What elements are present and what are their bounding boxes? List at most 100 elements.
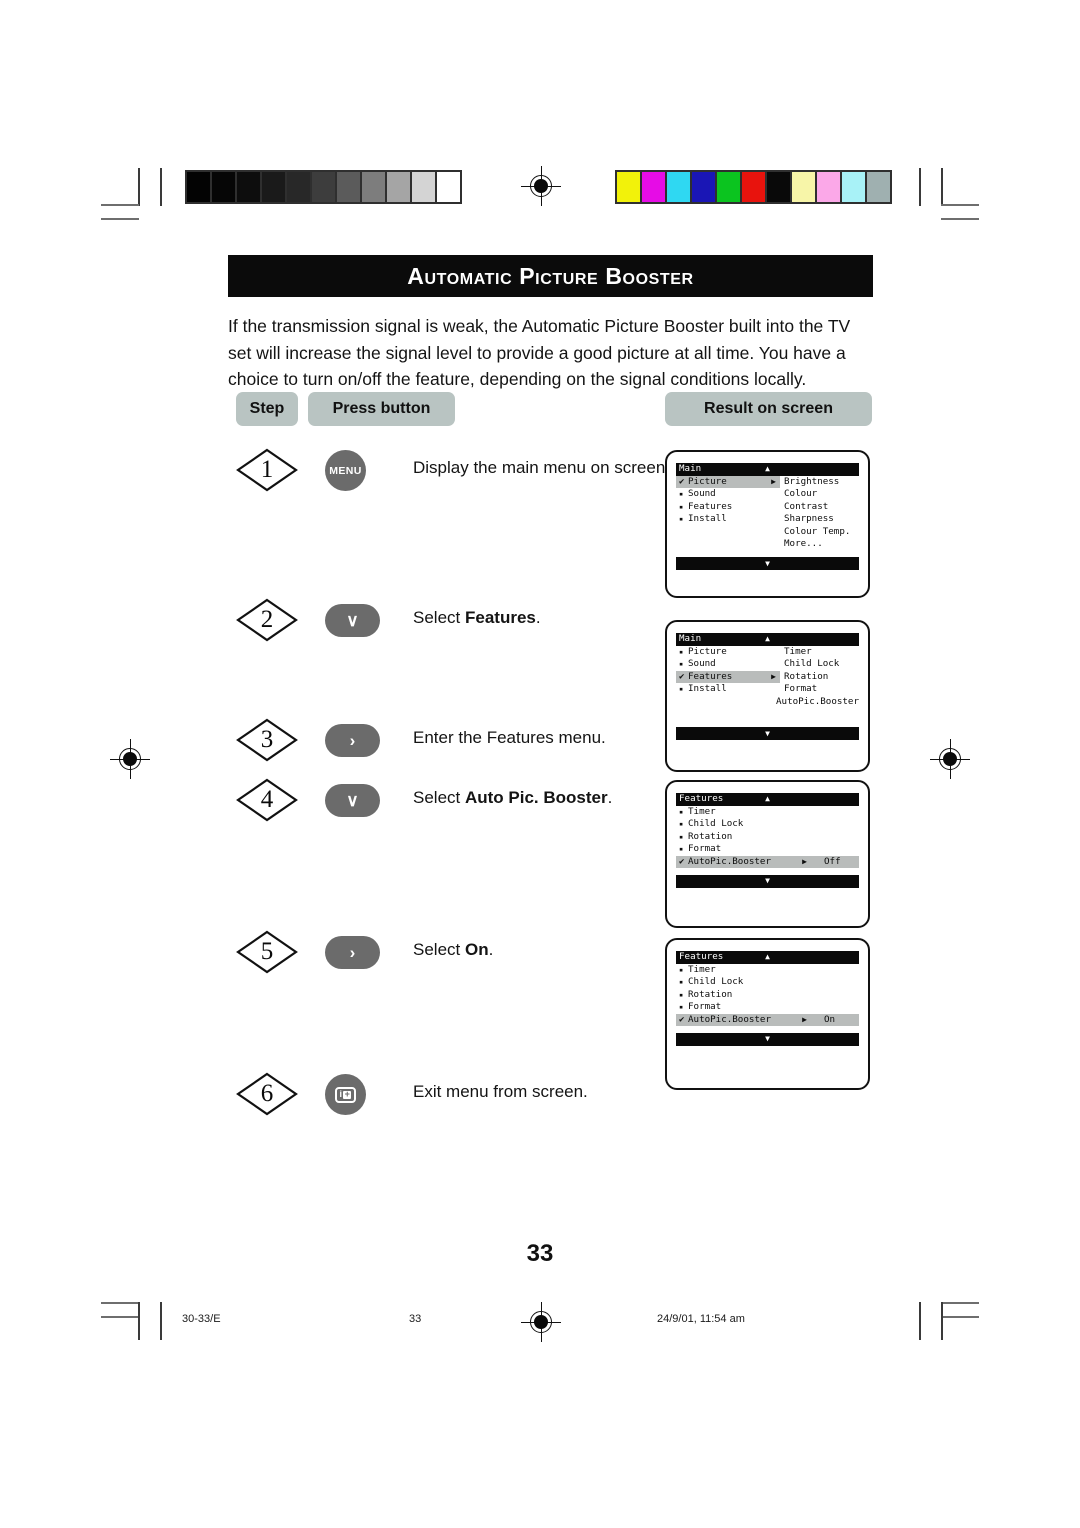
step-description: Select On. [413, 940, 493, 960]
submenu-arrow-icon: ▶ [802, 856, 807, 866]
osd-row[interactable]: ✔ AutoPic.Booster ▶ On [676, 1014, 859, 1026]
tv-osd-screen: Main ▲ ✔ Picture ▶ Brightness ▪ Sound Colour ▪ Fea… [665, 450, 870, 598]
osd-left-item[interactable]: ✔ AutoPic.Booster ▶ [676, 855, 811, 868]
osd-left-item[interactable]: ▪ Rotation [676, 989, 811, 1001]
greyscale-patch [212, 172, 235, 202]
exit-screen-button[interactable]: i + [325, 1074, 366, 1115]
scroll-up-icon[interactable]: ▲ [765, 951, 770, 963]
osd-item-label: AutoPic.Booster [688, 1013, 771, 1025]
osd-left-item[interactable]: ▪ Format [676, 843, 811, 855]
osd-row[interactable]: ▪ Format [676, 843, 859, 855]
osd-row[interactable]: Colour Temp. [676, 526, 859, 538]
color-patch [692, 172, 715, 202]
osd-title-bar: Main ▲ [676, 463, 859, 476]
scroll-up-icon[interactable]: ▲ [765, 463, 770, 475]
osd-right-item[interactable]: Format [780, 683, 817, 695]
step-description-keyword: Features [464, 608, 536, 627]
osd-row[interactable]: ▪ Install Format [676, 683, 859, 695]
osd-row[interactable]: ▪ Timer [676, 806, 859, 818]
osd-row[interactable]: ▪ Child Lock [676, 818, 859, 830]
osd-left-item[interactable]: ▪ Timer [676, 964, 811, 976]
osd-row[interactable]: ▪ Sound Colour [676, 488, 859, 500]
scroll-down-icon[interactable]: ▼ [765, 1033, 770, 1045]
osd-right-item[interactable]: Colour [780, 488, 817, 500]
bullet-icon: ▪ [679, 1003, 684, 1012]
bullet-icon: ▪ [679, 648, 684, 656]
greyscale-patch [287, 172, 310, 202]
osd-right-item[interactable]: Brightness [780, 476, 839, 488]
step-description-prefix: Select [413, 608, 465, 627]
osd-row[interactable]: ✔ AutoPic.Booster ▶ Off [676, 856, 859, 868]
osd-left-item[interactable]: ▪ Sound [676, 658, 780, 670]
cursor-down-button[interactable]: ∨ [325, 784, 380, 817]
osd-row[interactable]: ▪ Install Sharpness [676, 513, 859, 525]
osd-row[interactable]: ▪ Rotation [676, 989, 859, 1001]
osd-row[interactable]: ▪ Timer [676, 964, 859, 976]
osd-left-item[interactable]: ▪ Child Lock [676, 818, 811, 830]
osd-row[interactable]: ▪ Rotation [676, 831, 859, 843]
osd-item-label: Install [688, 513, 727, 525]
osd-item-label: Timer [688, 806, 716, 817]
greyscale-patch [187, 172, 210, 202]
osd-row[interactable]: ✔ Features ▶ Rotation [676, 670, 859, 684]
scroll-down-icon[interactable]: ▼ [765, 558, 770, 570]
osd-left-item[interactable]: ✔ Features ▶ [676, 670, 780, 684]
scroll-up-icon[interactable]: ▲ [765, 793, 770, 805]
osd-right-item[interactable]: Sharpness [780, 513, 834, 525]
step-description-keyword: On [464, 940, 489, 959]
cursor-right-button[interactable]: › [325, 724, 380, 757]
osd-left-item[interactable]: ▪ Sound [676, 488, 780, 500]
osd-left-item[interactable]: ▪ Install [676, 683, 780, 695]
osd-row[interactable]: ▪ Features Contrast [676, 501, 859, 513]
table-header-row: Step Press button Result on screen [228, 392, 873, 426]
osd-left-item[interactable]: ▪ Format [676, 1001, 811, 1013]
osd-right-item[interactable]: AutoPic.Booster [772, 696, 859, 708]
osd-left-item[interactable]: ▪ Picture [676, 646, 780, 658]
cursor-down-button[interactable]: ∨ [325, 604, 380, 637]
osd-right-item[interactable]: More... [780, 538, 823, 550]
osd-left-item[interactable] [676, 538, 780, 550]
bleed-mark-bottom-right [941, 1302, 943, 1340]
osd-right-item[interactable]: Rotation [780, 671, 828, 683]
osd-item-value[interactable]: On [824, 1014, 835, 1026]
osd-right-item[interactable]: Contrast [780, 501, 828, 513]
osd-row[interactable]: ▪ Child Lock [676, 976, 859, 988]
bullet-icon: ▪ [679, 990, 684, 999]
osd-right-item[interactable]: Colour Temp. [780, 526, 850, 538]
crop-mark-bottom-right-rule [941, 1316, 979, 1318]
scroll-up-icon[interactable]: ▲ [765, 633, 770, 645]
color-patch [717, 172, 740, 202]
osd-left-item[interactable]: ✔ AutoPic.Booster ▶ [676, 1013, 811, 1026]
footer-page: 33 [409, 1313, 422, 1325]
osd-left-item[interactable]: ▪ Rotation [676, 831, 811, 843]
osd-row[interactable]: ▪ Format [676, 1001, 859, 1013]
osd-left-item[interactable] [676, 526, 780, 538]
osd-item-label: Format [688, 1001, 722, 1013]
osd-right-item[interactable]: Child Lock [780, 658, 839, 670]
osd-row[interactable]: More... [676, 538, 859, 550]
scroll-down-icon[interactable]: ▼ [765, 875, 770, 887]
menu-button[interactable]: MENU [325, 450, 366, 491]
step-row: 1 MENU Display the main menu on screen. [228, 448, 670, 496]
osd-left-item[interactable]: ▪ Install [676, 513, 780, 525]
osd-left-item[interactable]: ✔ Picture ▶ [676, 476, 780, 489]
scroll-down-icon[interactable]: ▼ [765, 728, 770, 740]
cursor-right-button[interactable]: › [325, 936, 380, 969]
step-number: 5 [260, 938, 274, 965]
osd-item-label: Install [688, 683, 727, 695]
osd-right-item[interactable]: Timer [780, 646, 812, 658]
osd-left-item[interactable]: ▪ Timer [676, 806, 811, 818]
osd-row[interactable]: ✔ Picture ▶ Brightness [676, 476, 859, 489]
osd-row[interactable]: AutoPic.Booster [676, 696, 859, 708]
osd-left-item[interactable]: ▪ Features [676, 501, 780, 513]
osd-item-value[interactable]: Off [824, 856, 841, 868]
bullet-icon: ▪ [679, 515, 684, 524]
osd-left-item[interactable] [676, 696, 772, 708]
osd-title-label: Features [679, 951, 724, 963]
osd-row[interactable]: ▪ Sound Child Lock [676, 658, 859, 670]
color-patch [642, 172, 665, 202]
osd-row[interactable]: ▪ Picture Timer [676, 646, 859, 658]
osd-item-label: Sound [688, 488, 716, 500]
bullet-icon: ▪ [679, 978, 684, 987]
osd-left-item[interactable]: ▪ Child Lock [676, 976, 811, 988]
